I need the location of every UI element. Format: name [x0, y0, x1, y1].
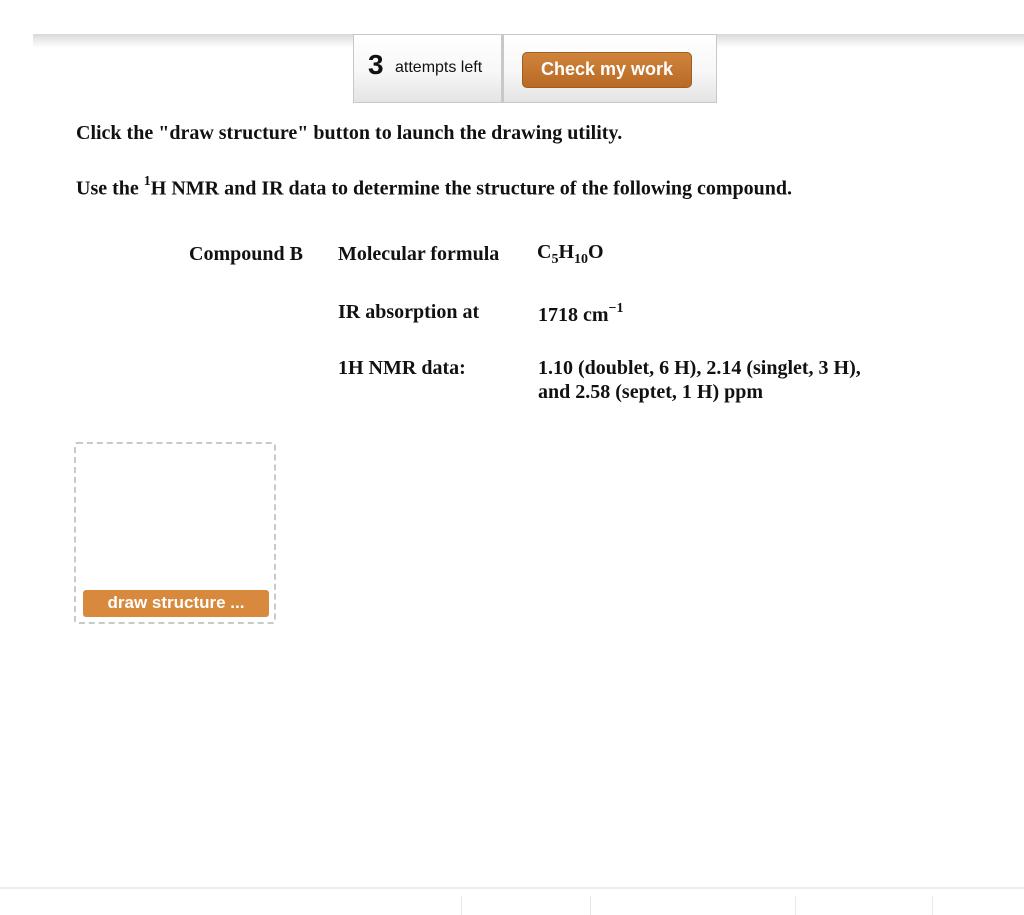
draw-structure-button[interactable]: draw structure ... [83, 590, 269, 617]
structure-drawing-area[interactable]: draw structure ... [74, 442, 276, 624]
footer-separator [932, 896, 933, 915]
formula-c: C [537, 241, 552, 263]
check-my-work-button[interactable]: Check my work [522, 52, 692, 88]
attempts-count: 3 [368, 49, 384, 80]
ir-unit-exponent: −1 [608, 301, 624, 316]
attempts-label: attempts left [395, 59, 483, 76]
attempts-panel: 3 attempts left [353, 34, 502, 103]
instruction-nmr-suffix: H NMR and IR data to determine the struc… [150, 177, 793, 200]
molecular-formula-value: C5H10O [537, 240, 604, 267]
formula-o: O [588, 241, 604, 263]
nmr-data-value: 1.10 (doublet, 6 H), 2.14 (singlet, 3 H)… [538, 357, 861, 403]
footer-separator [590, 896, 591, 915]
molecular-formula-label: Molecular formula [338, 243, 500, 265]
formula-h: H [558, 241, 575, 263]
ir-absorption-value: 1718 cm−1 [538, 301, 624, 327]
instruction-nmr: Use the 1H NMR and IR data to determine … [76, 174, 793, 201]
instruction-nmr-sup: 1 [143, 174, 151, 189]
check-work-panel: Check my work [502, 34, 717, 103]
instruction-nmr-prefix: Use the [76, 177, 144, 200]
ir-number: 1718 cm [538, 304, 609, 326]
ir-absorption-label: IR absorption at [338, 301, 480, 323]
footer-separator [461, 896, 462, 915]
nmr-data-label: 1H NMR data: [338, 357, 466, 379]
footer-separator [795, 896, 796, 915]
formula-h-subscript: 10 [574, 252, 589, 267]
footer-divider-line [0, 887, 1024, 889]
compound-name: Compound B [189, 243, 303, 265]
instruction-draw: Click the "draw structure" button to lau… [76, 122, 623, 144]
